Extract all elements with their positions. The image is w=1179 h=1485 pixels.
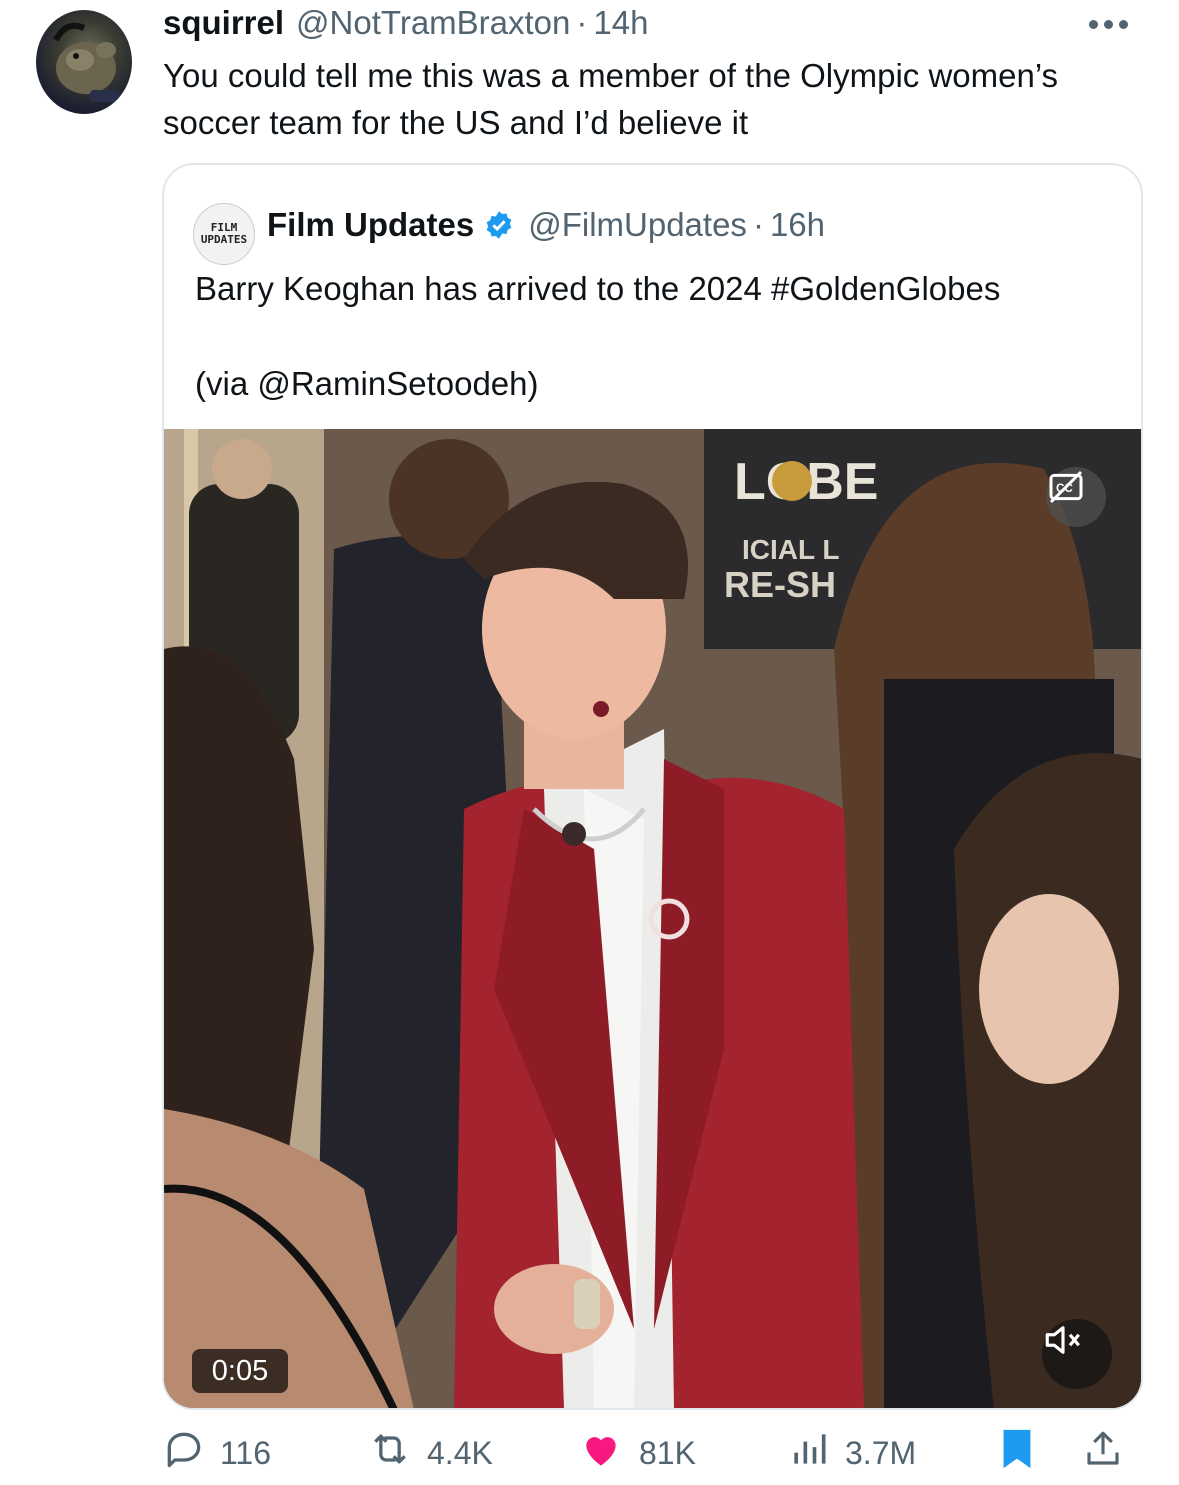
author-avatar[interactable] [36,10,132,114]
like-count: 81K [639,1434,696,1471]
separator-dot: · [576,4,588,41]
verified-badge-icon [484,210,514,240]
views-button[interactable]: 3.7M [787,1428,916,1478]
repost-button[interactable]: 4.4K [367,1428,493,1478]
quote-author-name[interactable]: Film Updates [267,206,474,244]
repost-count: 4.4K [427,1434,493,1471]
view-count: 3.7M [845,1434,917,1471]
share-icon [1082,1426,1138,1480]
action-bar: 116 4.4K 81K 3.7M [162,1428,1142,1478]
avatar-text-line2: UPDATES [200,233,248,246]
views-chart-icon [787,1427,845,1479]
bookmark-button[interactable] [997,1428,1051,1478]
quote-text: Barry Keoghan has arrived to the 2024 #G… [195,270,1001,307]
heart-icon [577,1427,639,1479]
bookmark-icon [997,1426,1051,1480]
quote-header: Film Updates @FilmUpdates · 16h [267,203,825,247]
reply-icon [162,1427,220,1479]
backdrop-text-bottom: RE-SH [724,564,836,605]
tweet-header: squirrel @NotTramBraxton · 14h [163,4,648,44]
quote-author-handle[interactable]: @FilmUpdates [528,206,747,244]
backdrop-text-mid: ICIAL L [742,534,839,565]
share-button[interactable] [1082,1428,1138,1478]
video-player[interactable]: LOBE ICIAL L RE-SH [164,429,1141,1408]
repost-icon [367,1427,427,1479]
quote-via-text: (via @RaminSetoodeh) [195,365,539,402]
quoted-tweet[interactable]: FILM UPDATES Film Updates @FilmUpdates ·… [162,163,1143,1410]
quote-author-avatar[interactable]: FILM UPDATES [193,203,255,265]
more-options-icon[interactable] [1089,14,1139,34]
reply-button[interactable]: 116 [162,1428,271,1478]
tweet-time[interactable]: 14h [593,4,648,42]
video-timestamp: 0:05 [192,1349,288,1393]
muted-speaker-icon[interactable] [1042,1319,1112,1389]
tweet-text: You could tell me this was a member of t… [163,57,1059,141]
reply-count: 116 [220,1434,272,1471]
author-handle[interactable]: @NotTramBraxton [296,4,570,42]
quote-separator-dot: · [752,206,764,243]
video-frame: LOBE ICIAL L RE-SH [164,429,1141,1408]
closed-captions-icon[interactable]: CC [1046,467,1106,527]
author-name[interactable]: squirrel [163,4,284,42]
quote-time[interactable]: 16h [770,206,825,244]
like-button[interactable]: 81K [577,1428,696,1478]
